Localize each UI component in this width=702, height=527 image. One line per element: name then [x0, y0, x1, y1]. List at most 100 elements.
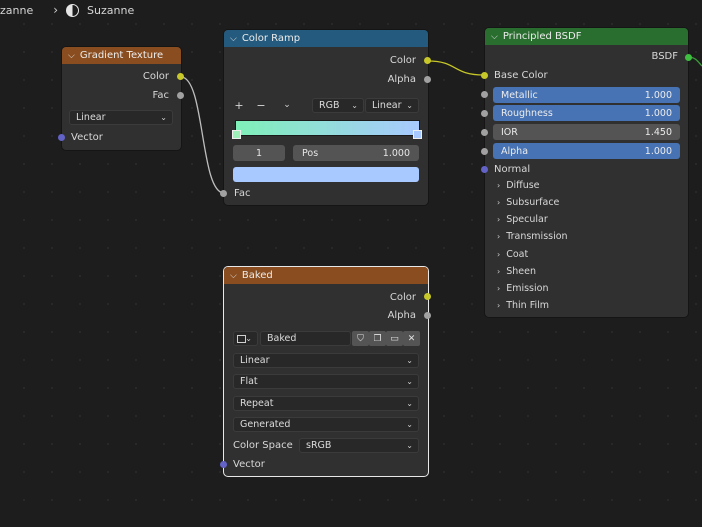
socket-vector-in[interactable]	[58, 134, 65, 141]
color-space-select[interactable]: sRGB ⌄	[299, 438, 419, 453]
panel-thin-film[interactable]: › Thin Film	[497, 300, 549, 311]
socket-roughness-in[interactable]	[481, 110, 488, 117]
add-stop-button[interactable]: +	[233, 98, 245, 112]
chevron-down-icon: ⌄	[406, 356, 413, 365]
output-color: Color	[390, 289, 416, 305]
source-select[interactable]: Generated ⌄	[233, 417, 419, 432]
stop-index-field[interactable]: 1	[233, 145, 285, 161]
field-label: IOR	[501, 126, 518, 138]
breadcrumb-object[interactable]: zanne	[0, 4, 33, 17]
chevron-down-icon[interactable]: ⌵	[230, 271, 237, 281]
gradient-type-select[interactable]: Linear ⌄	[69, 110, 173, 125]
stop-position-field[interactable]: Pos 1.000	[293, 145, 419, 161]
node-header[interactable]: ⌵ Principled BSDF	[485, 28, 688, 45]
input-normal: Normal	[494, 161, 530, 177]
chevron-down-icon: ⌄	[406, 441, 413, 450]
socket-color-out[interactable]	[177, 73, 184, 80]
socket-bsdf-out[interactable]	[685, 54, 692, 61]
socket-fac-out[interactable]	[177, 92, 184, 99]
gradient-texture-node[interactable]: ⌵ Gradient Texture Color Fac Linear ⌄ Vect…	[62, 47, 181, 150]
field-value: Baked	[267, 333, 297, 344]
principled-bsdf-node[interactable]: ⌵ Principled BSDF BSDF Base Color Metalli…	[485, 28, 688, 317]
output-color: Color	[390, 52, 416, 68]
remove-stop-button[interactable]: −	[255, 98, 267, 112]
panel-label: Transmission	[506, 231, 568, 242]
projection-select[interactable]: Flat ⌄	[233, 374, 419, 389]
fake-user-shield-icon[interactable]: ⛉	[352, 331, 369, 346]
input-vector: Vector	[71, 129, 103, 145]
field-value: 1.000	[644, 145, 672, 157]
panel-transmission[interactable]: › Transmission	[497, 231, 568, 242]
socket-label: Alpha	[387, 73, 416, 85]
panel-specular[interactable]: › Specular	[497, 214, 548, 225]
color-space-label: Color Space	[233, 437, 293, 453]
color-ramp-bar[interactable]	[235, 120, 420, 136]
link-ramp-color-to-base-color	[427, 60, 485, 76]
close-icon[interactable]: ✕	[403, 331, 420, 346]
node-title: Gradient Texture	[79, 50, 164, 61]
output-fac: Fac	[153, 87, 169, 103]
image-name-field[interactable]: Baked	[260, 331, 351, 346]
color-mode-select[interactable]: RGB ⌄	[312, 98, 364, 113]
socket-metallic-in[interactable]	[481, 91, 488, 98]
socket-label: Alpha	[387, 309, 416, 321]
panel-sheen[interactable]: › Sheen	[497, 266, 536, 277]
panel-label: Diffuse	[506, 180, 540, 191]
panel-subsurface[interactable]: › Subsurface	[497, 197, 559, 208]
stop-color-swatch[interactable]	[233, 167, 419, 182]
socket-ior-in[interactable]	[481, 129, 488, 136]
socket-label: BSDF	[651, 50, 678, 62]
chevron-right-icon: ›	[497, 250, 501, 259]
socket-color-out[interactable]	[424, 57, 431, 64]
ramp-stop-handle-1[interactable]	[413, 130, 422, 139]
chevron-down-icon: ⌄	[406, 101, 413, 110]
ramp-stop-handle-0[interactable]	[232, 130, 241, 139]
color-ramp-node[interactable]: ⌵ Color Ramp Color Alpha + − ⌄ RGB ⌄ Linea…	[224, 30, 428, 205]
duplicate-icon[interactable]: ❐	[369, 331, 386, 346]
image-browse-button[interactable]: ⌄	[233, 331, 258, 346]
node-header[interactable]: ⌵ Color Ramp	[224, 30, 428, 47]
chevron-down-icon[interactable]: ⌵	[230, 34, 237, 44]
node-header[interactable]: ⌵ Gradient Texture	[62, 47, 181, 64]
breadcrumb: zanne › Suzanne	[0, 0, 134, 20]
chevron-down-icon[interactable]: ⌵	[68, 51, 75, 61]
node-title: Principled BSDF	[502, 31, 582, 42]
breadcrumb-material[interactable]: Suzanne	[87, 4, 134, 17]
socket-vector-in[interactable]	[220, 461, 227, 468]
baked-image-texture-node[interactable]: ⌵ Baked Color Alpha ⌄ Baked ⛉ ❐ ▭ ✕ Linea…	[224, 267, 428, 476]
socket-alpha-out[interactable]	[424, 76, 431, 83]
socket-fac-in[interactable]	[220, 190, 227, 197]
output-color: Color	[143, 68, 169, 84]
panel-emission[interactable]: › Emission	[497, 283, 548, 294]
socket-alpha-out[interactable]	[424, 312, 431, 319]
output-bsdf: BSDF	[652, 48, 678, 64]
socket-normal-in[interactable]	[481, 166, 488, 173]
chevron-right-icon: ›	[497, 301, 501, 310]
socket-base-color-in[interactable]	[481, 72, 488, 79]
ramp-menu-icon[interactable]: ⌄	[281, 98, 293, 112]
input-fac: Fac	[234, 185, 250, 201]
panel-coat[interactable]: › Coat	[497, 249, 528, 260]
alpha-field[interactable]: Alpha 1.000	[493, 143, 680, 159]
field-label: Roughness	[501, 107, 553, 119]
metallic-field[interactable]: Metallic 1.000	[493, 87, 680, 103]
node-header[interactable]: ⌵ Baked	[224, 267, 428, 284]
select-value: Generated	[240, 419, 291, 430]
interpolation-select[interactable]: Linear ⌄	[365, 98, 419, 113]
field-value: 1.000	[644, 107, 672, 119]
socket-label: Color	[389, 54, 416, 66]
input-base-color: Base Color	[494, 67, 548, 83]
roughness-field[interactable]: Roughness 1.000	[493, 105, 680, 121]
folder-icon[interactable]: ▭	[386, 331, 403, 346]
socket-alpha-in[interactable]	[481, 148, 488, 155]
field-value: 1.000	[644, 89, 672, 101]
panel-diffuse[interactable]: › Diffuse	[497, 180, 540, 191]
extension-select[interactable]: Repeat ⌄	[233, 396, 419, 411]
chevron-right-icon: ›	[497, 181, 501, 190]
socket-color-out[interactable]	[424, 293, 431, 300]
ior-field[interactable]: IOR 1.450	[493, 124, 680, 140]
chevron-down-icon[interactable]: ⌵	[491, 32, 498, 42]
field-label: Alpha	[501, 145, 529, 157]
interpolation-select[interactable]: Linear ⌄	[233, 353, 419, 368]
material-sphere-icon	[66, 3, 80, 17]
